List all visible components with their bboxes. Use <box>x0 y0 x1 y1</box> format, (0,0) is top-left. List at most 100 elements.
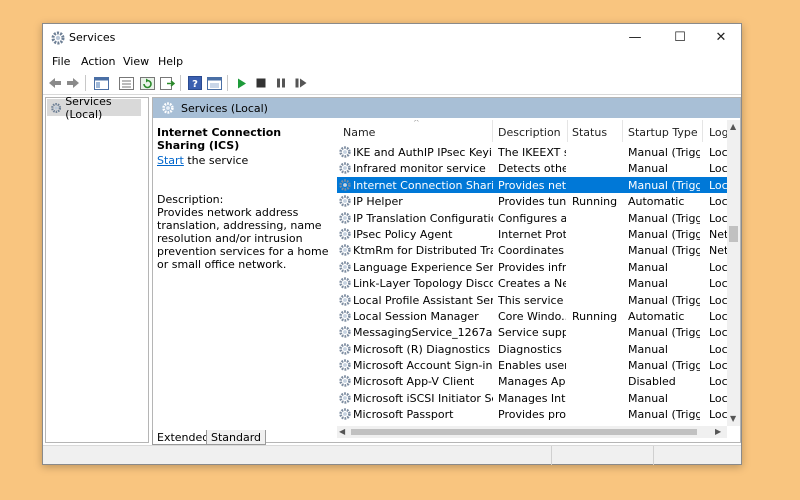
vertical-scroll-thumb[interactable] <box>729 226 738 242</box>
column-divider[interactable] <box>702 120 703 142</box>
console-icon[interactable] <box>206 75 223 91</box>
service-gear-icon <box>339 326 351 338</box>
status-divider <box>653 446 654 465</box>
service-name-cell: Microsoft Account Sign-in A... <box>353 359 493 373</box>
properties-icon[interactable] <box>118 75 135 91</box>
service-description-cell: The IKEEXT s... <box>498 146 566 159</box>
menu-view[interactable]: View <box>123 55 149 68</box>
service-startup-cell: Disabled <box>628 375 676 389</box>
service-startup-cell: Manual (Trigg... <box>628 359 700 373</box>
service-row[interactable]: Microsoft Account Sign-in A... Enables us… <box>337 357 727 373</box>
service-row[interactable]: IP Helper Provides tun... Running Automatic… <box>337 193 727 209</box>
svg-text:?: ? <box>192 79 198 90</box>
column-header-description[interactable]: Description <box>498 126 561 139</box>
title-bar[interactable]: Services — ☐ ✕ <box>43 24 741 51</box>
start-service-link[interactable]: Start <box>157 154 184 167</box>
start-service-icon[interactable] <box>233 75 250 91</box>
maximize-button[interactable]: ☐ <box>660 24 700 51</box>
back-icon[interactable] <box>46 75 63 91</box>
service-row[interactable]: Internet Connection Sharing... Provides n… <box>337 176 727 194</box>
service-name-cell: Microsoft App-V Client <box>353 375 475 389</box>
service-row[interactable]: Local Session Manager Core Windo... Runnin… <box>337 308 727 324</box>
refresh-icon[interactable] <box>139 75 156 91</box>
service-startup-cell: Manual (Trigg... <box>628 211 700 225</box>
column-header-name[interactable]: Name <box>343 126 375 139</box>
service-row[interactable]: Link-Layer Topology Discove... Creates a … <box>337 275 727 291</box>
service-row[interactable]: Language Experience Service Provides infr… <box>337 259 727 275</box>
service-description-cell: Coordinates ... <box>498 244 566 258</box>
export-list-icon[interactable] <box>159 75 176 91</box>
service-description-cell: Provides infr... <box>498 260 566 274</box>
service-description-cell: Manages Int... <box>498 391 566 405</box>
service-logon-cell: Loca <box>709 293 727 307</box>
column-divider[interactable] <box>567 120 568 142</box>
service-gear-icon <box>339 261 351 273</box>
service-row[interactable]: Microsoft (R) Diagnostics Hu... Diagnosti… <box>337 341 727 357</box>
service-gear-icon <box>339 310 351 322</box>
service-logon-cell: Loca <box>709 375 727 389</box>
services-gear-icon <box>51 31 65 45</box>
menu-file[interactable]: File <box>52 55 70 68</box>
service-row[interactable]: IP Translation Configuration ... Configur… <box>337 210 727 226</box>
close-button[interactable]: ✕ <box>701 24 741 51</box>
scroll-up-icon[interactable]: ▲ <box>730 122 736 131</box>
service-row[interactable]: IKE and AuthIP IPsec Keying ... The IKEEX… <box>337 144 727 160</box>
service-row[interactable]: Microsoft App-V Client Manages Ap... Disab… <box>337 373 727 389</box>
view-tabs: Extended Standard <box>152 429 741 445</box>
service-name-cell: KtmRm for Distributed Trans... <box>353 244 493 258</box>
restart-service-icon[interactable] <box>292 75 309 91</box>
service-description-cell: Provides tun... <box>498 195 566 209</box>
service-logon-cell: Net <box>709 227 727 241</box>
tab-extended[interactable]: Extended <box>152 430 215 445</box>
show-console-tree-icon[interactable] <box>93 75 110 91</box>
service-row[interactable]: Microsoft iSCSI Initiator Serv... Manages… <box>337 390 727 406</box>
service-name-cell: Microsoft (R) Diagnostics Hu... <box>353 342 493 356</box>
vertical-scrollbar[interactable]: ▲ ▼ <box>727 120 740 426</box>
forward-icon[interactable] <box>64 75 81 91</box>
minimize-button[interactable]: — <box>615 24 655 51</box>
service-name-cell: Microsoft iSCSI Initiator Serv... <box>353 391 493 405</box>
scroll-down-icon[interactable]: ▼ <box>730 414 736 423</box>
menu-help[interactable]: Help <box>158 55 183 68</box>
service-description-cell: Diagnostics ... <box>498 342 566 356</box>
service-gear-icon <box>339 228 351 240</box>
service-logon-cell: Loca <box>709 342 727 356</box>
column-divider[interactable] <box>622 120 623 142</box>
services-gear-icon <box>162 102 174 114</box>
service-row[interactable]: Local Profile Assistant Service This serv… <box>337 292 727 308</box>
service-name-cell: IPsec Policy Agent <box>353 227 453 241</box>
column-header-log-on-as[interactable]: Log <box>709 126 727 139</box>
pause-service-icon[interactable] <box>272 75 289 91</box>
service-gear-icon <box>339 392 351 404</box>
service-logon-cell: Loca <box>709 146 727 159</box>
service-gear-icon <box>339 211 351 224</box>
service-description-cell: Manages Ap... <box>498 375 566 389</box>
service-name-cell: Local Session Manager <box>353 309 479 323</box>
service-logon-cell: Loca <box>709 162 727 176</box>
menu-action[interactable]: Action <box>81 55 115 68</box>
help-icon[interactable]: ? <box>186 75 203 91</box>
service-gear-icon <box>339 375 351 388</box>
service-row[interactable]: MessagingService_1267a8f Service supp... M… <box>337 324 727 340</box>
column-header-startup-type[interactable]: Startup Type <box>628 126 698 139</box>
column-divider[interactable] <box>492 120 493 142</box>
pane-header: Services (Local) <box>153 98 740 118</box>
service-gear-icon <box>339 277 351 289</box>
service-description-cell: Internet Prot... <box>498 227 566 241</box>
column-header-status[interactable]: Status <box>572 126 607 139</box>
tree-item-services-local[interactable]: Services (Local) <box>47 95 141 121</box>
service-startup-cell: Manual <box>628 260 668 274</box>
service-row[interactable]: Microsoft Passport Provides pro... Manual … <box>337 406 727 422</box>
stop-service-icon[interactable] <box>252 75 269 91</box>
service-row[interactable]: IPsec Policy Agent Internet Prot... Manual… <box>337 226 727 242</box>
service-gear-icon <box>339 179 351 191</box>
status-bar <box>43 445 741 465</box>
service-name-cell: Link-Layer Topology Discove... <box>353 277 493 291</box>
service-row[interactable]: Infrared monitor service Detects othe... M… <box>337 160 727 176</box>
service-row[interactable]: KtmRm for Distributed Trans... Coordinate… <box>337 242 727 258</box>
service-startup-cell: Manual <box>628 277 668 291</box>
service-description-cell: Enables user... <box>498 359 566 373</box>
tab-standard[interactable]: Standard <box>206 430 267 445</box>
service-name-cell: Infrared monitor service <box>353 162 486 176</box>
toolbar-separator <box>85 75 86 91</box>
